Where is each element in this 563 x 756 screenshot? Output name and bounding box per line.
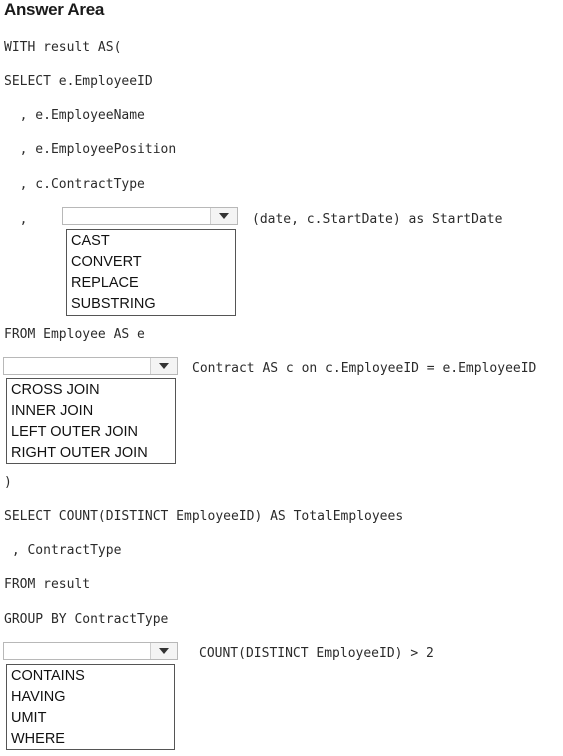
filter-clause-options-list: CONTAINS HAVING UMIT WHERE: [6, 664, 175, 750]
answer-area-title: Answer Area: [4, 0, 105, 19]
code-line-employee-name: , e.EmployeeName: [4, 108, 145, 123]
option-cast[interactable]: CAST: [67, 231, 235, 252]
join-dropdown[interactable]: [3, 357, 178, 375]
function-dropdown[interactable]: [62, 207, 238, 225]
code-join-tail: Contract AS c on c.EmployeeID = e.Employ…: [192, 361, 537, 376]
code-line-from-result: FROM result: [4, 577, 91, 592]
code-line-employee-position: , e.EmployeePosition: [4, 142, 177, 157]
option-convert[interactable]: CONVERT: [67, 252, 235, 273]
chevron-down-icon: [159, 363, 169, 369]
code-line-contract-type: , c.ContractType: [4, 177, 145, 192]
function-dropdown-button[interactable]: [210, 208, 237, 224]
filter-clause-dropdown-button[interactable]: [150, 643, 177, 659]
code-having-tail: COUNT(DISTINCT EmployeeID) > 2: [199, 646, 434, 661]
code-line-from-employee: FROM Employee AS e: [4, 327, 145, 342]
function-options-list: CAST CONVERT REPLACE SUBSTRING: [66, 229, 236, 316]
option-cross-join[interactable]: CROSS JOIN: [7, 380, 175, 401]
code-line-select-count: SELECT COUNT(DISTINCT EmployeeID) AS Tot…: [4, 509, 404, 524]
code-line-comma: ,: [4, 212, 28, 227]
join-options-list: CROSS JOIN INNER JOIN LEFT OUTER JOIN RI…: [6, 378, 176, 464]
filter-clause-dropdown[interactable]: [3, 642, 178, 660]
chevron-down-icon: [159, 648, 169, 654]
option-contains[interactable]: CONTAINS: [7, 666, 174, 687]
option-inner-join[interactable]: INNER JOIN: [7, 401, 175, 422]
option-right-outer-join[interactable]: RIGHT OUTER JOIN: [7, 443, 175, 464]
code-start-date-tail: (date, c.StartDate) as StartDate: [252, 212, 503, 227]
code-line-contract-type-2: , ContractType: [4, 543, 122, 558]
chevron-down-icon: [219, 213, 229, 219]
code-line-select: SELECT e.EmployeeID: [4, 74, 153, 89]
join-dropdown-button[interactable]: [150, 358, 177, 374]
code-line-close-paren: ): [4, 475, 12, 490]
option-having[interactable]: HAVING: [7, 687, 174, 708]
option-where[interactable]: WHERE: [7, 729, 174, 750]
code-line-group-by: GROUP BY ContractType: [4, 612, 169, 627]
option-replace[interactable]: REPLACE: [67, 273, 235, 294]
option-substring[interactable]: SUBSTRING: [67, 294, 235, 315]
option-left-outer-join[interactable]: LEFT OUTER JOIN: [7, 422, 175, 443]
code-line-with: WITH result AS(: [4, 40, 122, 55]
option-umit[interactable]: UMIT: [7, 708, 174, 729]
